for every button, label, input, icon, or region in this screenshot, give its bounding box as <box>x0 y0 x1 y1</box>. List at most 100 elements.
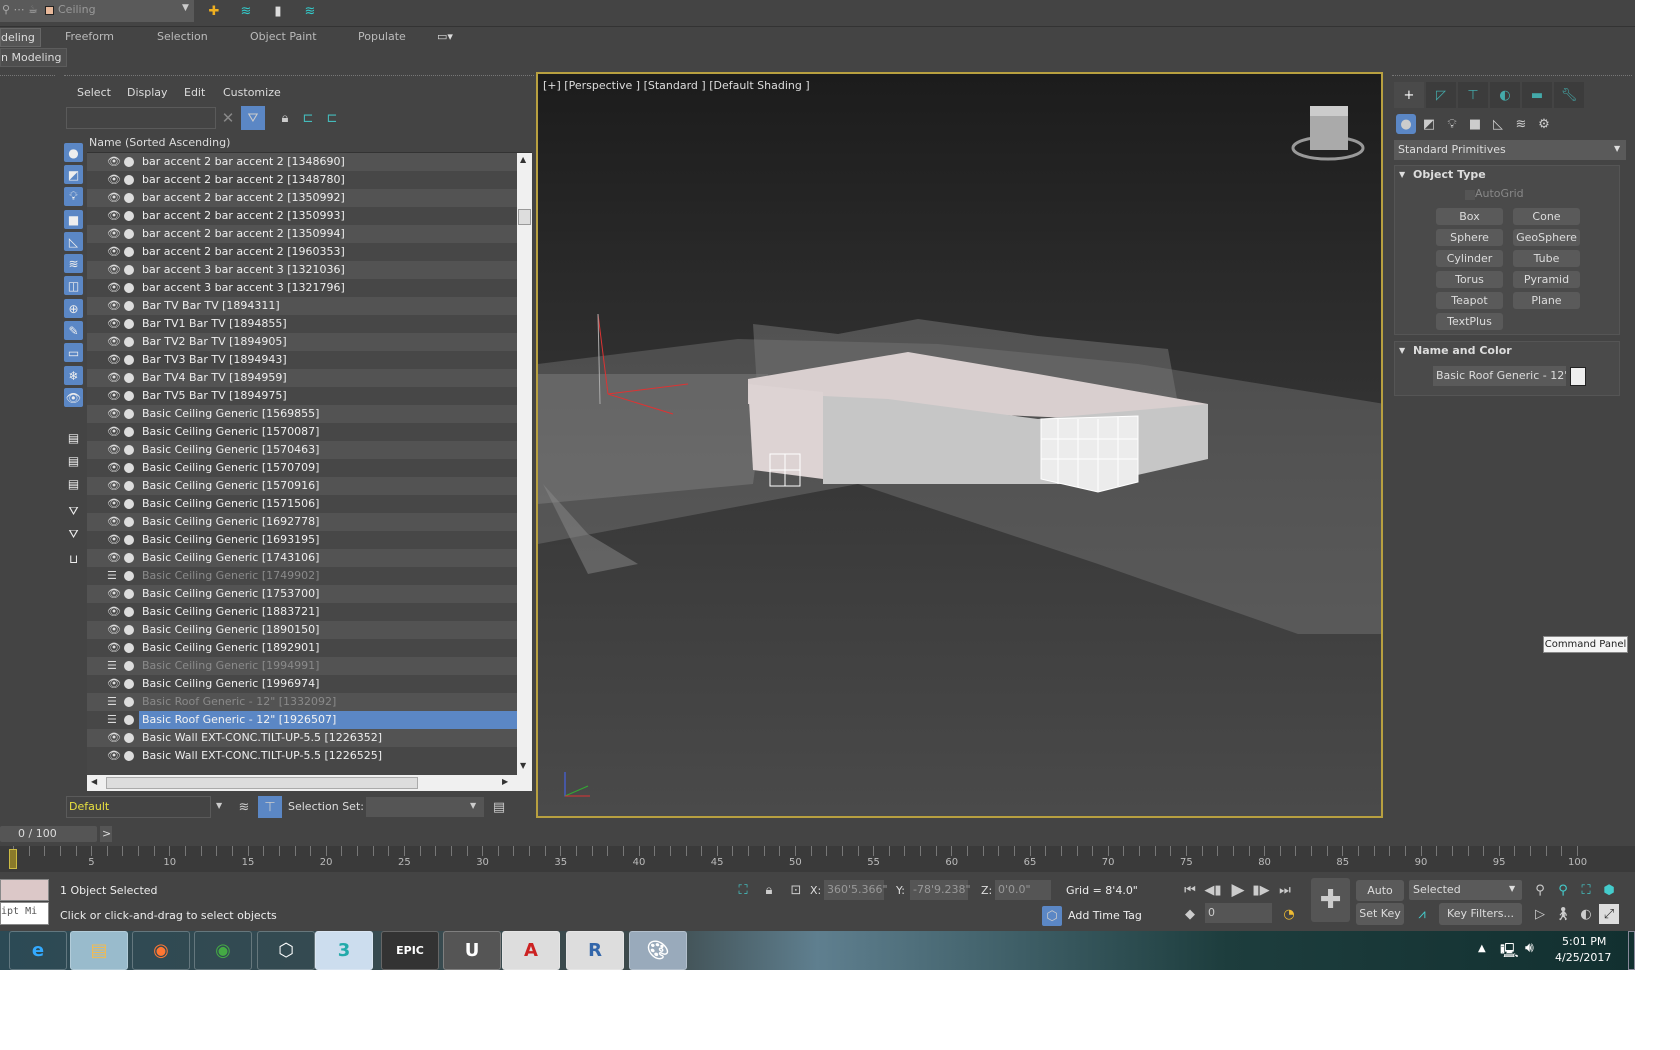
scroll-left-icon[interactable]: ◀ <box>91 777 97 786</box>
key-filters-button[interactable]: Key Filters... <box>1439 903 1522 925</box>
freeze-toggle-icon[interactable] <box>124 211 134 221</box>
list-item[interactable]: 👁︎ Bar TV5 Bar TV [1894975] <box>87 387 517 405</box>
list-item[interactable]: 👁︎ Basic Ceiling Generic [1692778] <box>87 513 517 531</box>
time-slider[interactable]: 0 / 100 <box>0 826 97 842</box>
helpers-filter-icon[interactable]: ◺ <box>64 232 83 251</box>
freeze-toggle-icon[interactable] <box>124 463 134 473</box>
list-item[interactable]: 👁︎ bar accent 2 bar accent 2 [1350994] <box>87 225 517 243</box>
freeze-toggle-icon[interactable] <box>124 481 134 491</box>
maximize-viewport-icon[interactable]: ⤢ <box>1599 904 1619 924</box>
freeze-toggle-icon[interactable] <box>124 625 134 635</box>
freeze-toggle-icon[interactable] <box>124 679 134 689</box>
freeze-toggle-icon[interactable] <box>124 319 134 329</box>
perspective-viewport[interactable]: [+] [Perspective ] [Standard ] [Default … <box>536 72 1383 818</box>
tab-create-icon[interactable]: + <box>1394 82 1424 108</box>
display-all-icon[interactable]: ▤ <box>64 428 83 447</box>
category-dropdown[interactable]: Standard Primitives ▼ <box>1394 140 1626 160</box>
list-item[interactable]: 👁︎ Bar TV3 Bar TV [1894943] <box>87 351 517 369</box>
visibility-eye-icon[interactable]: 👁︎ <box>107 639 121 657</box>
visibility-eye-icon[interactable]: 👁︎ <box>107 387 121 405</box>
visibility-eye-icon[interactable]: 👁︎ <box>107 225 121 243</box>
visibility-eye-icon[interactable]: 👁︎ <box>107 171 121 189</box>
visibility-eye-icon[interactable]: 👁︎ <box>107 153 121 171</box>
cameras-category-icon[interactable]: ■ <box>1465 114 1485 134</box>
maxscript-mini-listener[interactable] <box>0 879 49 901</box>
zoom-all-icon[interactable]: ⚲ <box>1553 880 1573 900</box>
geometry-category-icon[interactable]: ● <box>1396 114 1416 134</box>
key-filter-icon[interactable]: ⩘ <box>1412 904 1432 924</box>
freeze-toggle-icon[interactable] <box>124 427 134 437</box>
freeze-toggle-icon[interactable] <box>124 607 134 617</box>
create-layer-icon[interactable]: ✚ <box>202 0 226 22</box>
invert-display-icon[interactable]: ▤ <box>64 474 83 493</box>
freeze-toggle-icon[interactable] <box>124 661 134 671</box>
visibility-eye-icon[interactable]: 👁︎ <box>107 423 121 441</box>
container-icon[interactable]: ⊔ <box>64 549 83 568</box>
horizontal-scrollbar[interactable]: ◀ ▶ <box>87 775 532 791</box>
freeze-toggle-icon[interactable] <box>124 697 134 707</box>
freeze-toggle-icon[interactable] <box>124 715 134 725</box>
visibility-eye-icon[interactable]: 👁︎ <box>107 297 121 315</box>
visibility-eye-icon[interactable]: 👁︎ <box>107 459 121 477</box>
cameras-filter-icon[interactable]: ■ <box>64 210 83 229</box>
visibility-eye-icon[interactable]: 👁︎ <box>107 441 121 459</box>
list-item[interactable]: 👁︎ Basic Ceiling Generic [1570463] <box>87 441 517 459</box>
xrefs-filter-icon[interactable]: ⊕ <box>64 299 83 318</box>
tube-button[interactable]: Tube <box>1513 250 1580 267</box>
hierarchy-expand-icon[interactable]: ⊏ <box>300 108 316 128</box>
freeze-toggle-icon[interactable] <box>124 445 134 455</box>
torus-button[interactable]: Torus <box>1436 271 1503 288</box>
list-item[interactable]: 👁︎ Bar TV Bar TV [1894311] <box>87 297 517 315</box>
lights-category-icon[interactable]: 💡︎ <box>1442 114 1462 134</box>
visibility-eye-icon[interactable]: 👁︎ <box>107 369 121 387</box>
vertical-scrollbar[interactable]: ▲ ▼ <box>517 153 532 775</box>
cone-button[interactable]: Cone <box>1513 208 1580 225</box>
freeze-toggle-icon[interactable] <box>124 751 134 761</box>
freeze-toggle-icon[interactable] <box>124 733 134 743</box>
cylinder-button[interactable]: Cylinder <box>1436 250 1503 267</box>
internet-explorer-icon[interactable]: e <box>9 931 67 970</box>
chrome-icon[interactable]: ◉ <box>194 931 252 970</box>
list-item[interactable]: 👁︎ bar accent 2 bar accent 2 [1350992] <box>87 189 517 207</box>
autocad-lt-icon[interactable]: A <box>502 931 560 970</box>
freeze-toggle-icon[interactable] <box>124 391 134 401</box>
freeze-toggle-icon[interactable] <box>124 265 134 275</box>
freeze-toggle-icon[interactable] <box>124 553 134 563</box>
freeze-toggle-icon[interactable] <box>124 355 134 365</box>
list-item[interactable]: ☰ Basic Ceiling Generic [1749902] <box>87 567 517 585</box>
visibility-eye-icon[interactable]: 👁︎ <box>107 729 121 747</box>
freeze-toggle-icon[interactable] <box>124 175 134 185</box>
show-hidden-icons-icon[interactable]: ▲ <box>1478 943 1486 954</box>
hierarchy-collapse-icon[interactable]: ⊏ <box>324 108 340 128</box>
list-item[interactable]: 👁︎ Basic Ceiling Generic [1569855] <box>87 405 517 423</box>
layers-icon[interactable]: ≋ <box>233 796 255 818</box>
auto-key-button[interactable]: Auto Key <box>1356 880 1404 918</box>
orbit-icon[interactable]: ◐ <box>1576 904 1596 924</box>
list-item[interactable]: ☰ Basic Roof Generic - 12" [1332092] <box>87 693 517 711</box>
freeze-toggle-icon[interactable] <box>124 301 134 311</box>
selection-set-dropdown[interactable]: ▼ <box>366 797 484 817</box>
tab-display-icon[interactable]: ▬ <box>1522 82 1552 108</box>
tab-modify-icon[interactable]: ◸ <box>1426 82 1456 108</box>
volume-icon[interactable]: 🔊︎ <box>1525 940 1534 956</box>
list-item[interactable]: 👁︎ bar accent 2 bar accent 2 [1348690] <box>87 153 517 171</box>
clock-date[interactable]: 4/25/2017 <box>1555 951 1611 964</box>
filter-icon[interactable]: ⛛ <box>64 525 83 544</box>
list-item[interactable]: 👁︎ Basic Ceiling Generic [1753700] <box>87 585 517 603</box>
containers-filter-icon[interactable]: ▭ <box>64 343 83 362</box>
scroll-up-icon[interactable]: ▲ <box>520 155 526 164</box>
tab-selection[interactable]: Selection <box>157 30 208 43</box>
maxscript-input[interactable]: ipt Mi <box>0 902 49 925</box>
tab-object-paint[interactable]: Object Paint <box>250 30 317 43</box>
selection-lock-icon[interactable]: 🔒︎ <box>761 881 777 899</box>
freeze-toggle-icon[interactable] <box>124 229 134 239</box>
key-mode-toggle-icon[interactable]: ◆ <box>1181 904 1199 924</box>
explorer-search-input[interactable] <box>66 107 216 129</box>
list-item[interactable]: 👁︎ Basic Ceiling Generic [1570709] <box>87 459 517 477</box>
tab-motion-icon[interactable]: ◐ <box>1490 82 1520 108</box>
rollout-title[interactable]: Name and Color <box>1413 344 1512 357</box>
walk-through-icon[interactable]: 🚶︎ <box>1553 904 1573 924</box>
visibility-eye-icon[interactable]: 👁︎ <box>107 261 121 279</box>
systems-category-icon[interactable]: ⚙ <box>1534 114 1554 134</box>
next-frame-button[interactable]: > <box>100 826 112 842</box>
